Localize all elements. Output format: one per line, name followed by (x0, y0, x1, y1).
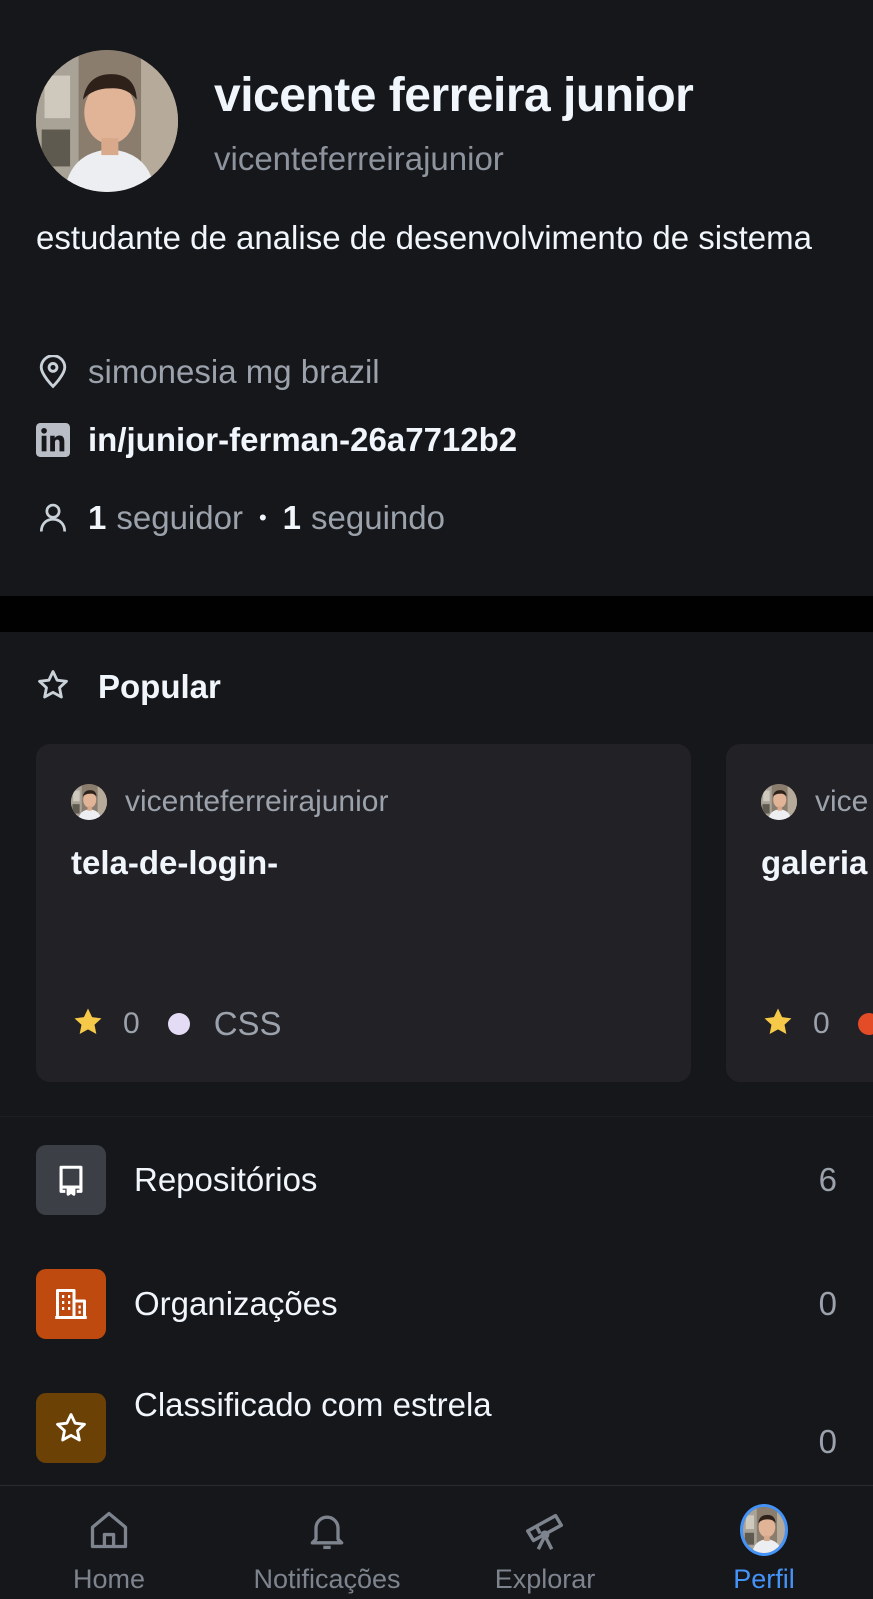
menu-label: Repositórios (134, 1161, 318, 1198)
profile-nav-icon (740, 1504, 788, 1556)
avatar[interactable] (36, 50, 178, 192)
profile-screen: vicente ferreira junior vicenteferreiraj… (0, 0, 873, 1599)
menu-count: 0 (818, 1285, 837, 1322)
popular-section: Popular vicenteferreirajunior tela-de-lo… (0, 632, 873, 1116)
repo-meta: 0 (761, 1002, 873, 1046)
bottom-nav: Home Notificações Explorar Perfil (0, 1485, 873, 1599)
section-divider (0, 596, 873, 632)
follow-separator: • (258, 505, 267, 530)
organization-icon (36, 1269, 106, 1339)
location-text: simonesia mg brazil (88, 353, 380, 390)
repo-icon (36, 1145, 106, 1215)
nav-label: Home (72, 1564, 146, 1594)
home-icon (85, 1506, 133, 1554)
repo-name: galeria (761, 844, 868, 881)
star-icon (36, 1393, 106, 1463)
bell-icon (303, 1506, 351, 1554)
avatar (740, 1504, 788, 1556)
repo-owner-name: vice (815, 785, 869, 818)
linkedin-row[interactable]: in/junior-ferman-26a7712b2 (36, 418, 517, 462)
username: vicenteferreirajunior (214, 140, 504, 177)
telescope-icon (521, 1506, 569, 1554)
map-pin-icon (36, 355, 70, 389)
repo-card[interactable]: vice galeria 0 (726, 744, 873, 1082)
nav-label: Notificações (253, 1564, 401, 1594)
menu-item-starred[interactable]: Classificado com estrela 0 (0, 1386, 873, 1493)
popular-header: Popular (36, 662, 221, 712)
language-color-dot (857, 1013, 873, 1035)
person-icon (36, 501, 70, 535)
location-row: simonesia mg brazil (36, 350, 380, 394)
avatar (761, 784, 797, 820)
menu-item-repositories[interactable]: Repositórios 6 (0, 1145, 873, 1215)
nav-home[interactable]: Home (0, 1486, 218, 1599)
star-outline-icon (36, 668, 70, 707)
repo-meta: 0 CSS (71, 1002, 282, 1046)
star-filled-icon (761, 1005, 795, 1044)
repo-name: tela-de-login- (71, 844, 279, 881)
nav-label: Explorar (494, 1564, 596, 1594)
nav-notifications[interactable]: Notificações (218, 1486, 436, 1599)
menu-label: Organizações (134, 1285, 338, 1322)
nav-profile[interactable]: Perfil (655, 1486, 873, 1599)
menu-count: 6 (818, 1161, 837, 1198)
avatar (71, 784, 107, 820)
follow-stats[interactable]: 1 seguidor • 1 seguindo (36, 496, 445, 540)
menu-label: Classificado com estrela (134, 1386, 492, 1423)
repo-stars: 0 (123, 1007, 140, 1040)
display-name: vicente ferreira junior (214, 69, 694, 122)
nav-label: Perfil (733, 1564, 795, 1594)
following-label[interactable]: seguindo (311, 499, 445, 537)
linkedin-link[interactable]: in/junior-ferman-26a7712b2 (88, 421, 517, 459)
profile-menu: Repositórios 6 Organizações 0 Classifica… (0, 1116, 873, 1484)
repo-owner: vice (761, 784, 868, 820)
repo-language: CSS (213, 1005, 282, 1042)
following-count: 1 (282, 499, 302, 536)
nav-explore[interactable]: Explorar (436, 1486, 654, 1599)
menu-item-organizations[interactable]: Organizações 0 (0, 1269, 873, 1339)
bio: estudante de analise de desenvolvimento … (36, 219, 812, 256)
repo-stars: 0 (813, 1007, 830, 1040)
linkedin-icon (36, 423, 70, 457)
followers-label[interactable]: seguidor (116, 499, 243, 537)
language-color-dot (167, 1013, 190, 1035)
star-filled-icon (71, 1005, 105, 1044)
profile-header: vicente ferreira junior vicenteferreiraj… (0, 0, 873, 596)
menu-count: 0 (818, 1423, 837, 1460)
repo-owner-name: vicenteferreirajunior (125, 785, 389, 818)
popular-title: Popular (98, 668, 221, 705)
followers-count: 1 (88, 499, 107, 536)
repo-card[interactable]: vicenteferreirajunior tela-de-login- 0 C… (36, 744, 691, 1082)
repo-owner: vicenteferreirajunior (71, 784, 388, 820)
